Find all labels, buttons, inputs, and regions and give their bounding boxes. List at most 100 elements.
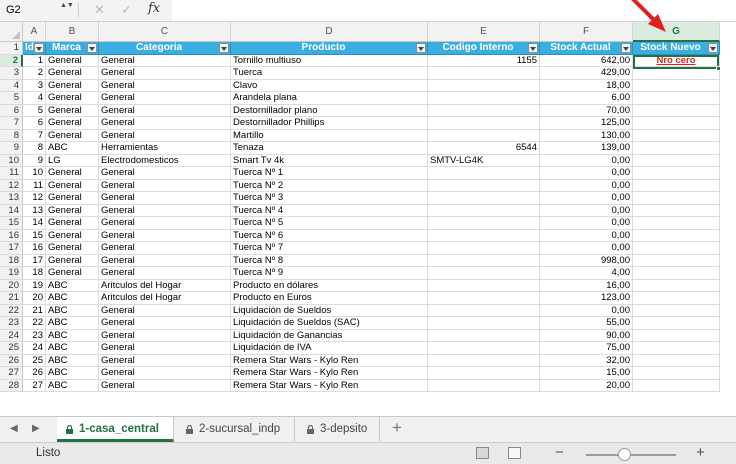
table-cell[interactable]: Tuerca Nº 8 — [231, 254, 428, 267]
table-header-cell[interactable]: Marca — [46, 42, 99, 55]
table-cell[interactable]: 123,00 — [540, 292, 633, 305]
row-header[interactable]: 1 — [0, 42, 23, 55]
row-header[interactable]: 15 — [0, 217, 23, 230]
row-header[interactable]: 3 — [0, 67, 23, 80]
table-cell[interactable]: 14 — [23, 217, 46, 230]
zoom-slider-thumb[interactable] — [617, 448, 631, 461]
table-cell[interactable]: Arandela plana — [231, 92, 428, 105]
table-cell[interactable]: General — [99, 242, 231, 255]
table-cell[interactable]: 25 — [23, 354, 46, 367]
table-cell[interactable]: 1155 — [428, 54, 540, 67]
table-cell[interactable]: General — [99, 329, 231, 342]
table-cell[interactable]: Tuerca Nº 1 — [231, 167, 428, 180]
table-cell[interactable]: 0,00 — [540, 204, 633, 217]
row-header[interactable]: 17 — [0, 242, 23, 255]
table-cell[interactable]: General — [46, 129, 99, 142]
table-cell[interactable]: ABC — [46, 354, 99, 367]
table-cell[interactable]: Tuerca Nº 3 — [231, 192, 428, 205]
row-header[interactable]: 14 — [0, 204, 23, 217]
table-cell[interactable]: 32,00 — [540, 354, 633, 367]
zoom-slider-track[interactable] — [586, 454, 676, 456]
table-cell[interactable] — [428, 67, 540, 80]
table-cell[interactable]: Liquidación de IVA — [231, 342, 428, 355]
table-cell[interactable]: Tuerca — [231, 67, 428, 80]
table-cell[interactable]: 0,00 — [540, 192, 633, 205]
table-cell[interactable]: Remera Star Wars - Kylo Ren — [231, 367, 428, 380]
table-cell[interactable]: Producto en Euros — [231, 292, 428, 305]
table-cell[interactable]: ABC — [46, 292, 99, 305]
table-cell[interactable]: General — [99, 67, 231, 80]
table-cell[interactable] — [633, 154, 720, 167]
table-cell[interactable] — [633, 292, 720, 305]
row-header[interactable]: 6 — [0, 104, 23, 117]
table-cell[interactable]: Smart Tv 4k — [231, 154, 428, 167]
row-header[interactable]: 9 — [0, 142, 23, 155]
table-cell[interactable]: 0,00 — [540, 154, 633, 167]
table-cell[interactable]: 0,00 — [540, 179, 633, 192]
table-cell[interactable]: General — [99, 92, 231, 105]
table-cell[interactable] — [633, 342, 720, 355]
table-cell[interactable] — [633, 317, 720, 330]
table-cell[interactable]: 20 — [23, 292, 46, 305]
table-cell[interactable]: ABC — [46, 342, 99, 355]
row-header[interactable]: 2 — [0, 54, 23, 67]
next-sheet-icon[interactable]: ▶ — [32, 423, 40, 434]
table-cell[interactable] — [428, 92, 540, 105]
table-cell[interactable]: Aritculos del Hogar — [99, 292, 231, 305]
table-cell[interactable]: Remera Star Wars - Kylo Ren — [231, 379, 428, 392]
table-cell[interactable] — [428, 292, 540, 305]
table-cell[interactable] — [633, 254, 720, 267]
row-header[interactable]: 26 — [0, 354, 23, 367]
table-cell[interactable] — [428, 367, 540, 380]
table-cell[interactable] — [428, 379, 540, 392]
sheet-tab[interactable]: 2-sucursal_indp — [177, 417, 295, 442]
column-header-d[interactable]: D — [231, 22, 428, 42]
table-cell[interactable]: Tuerca Nº 2 — [231, 179, 428, 192]
table-cell[interactable]: 16,00 — [540, 279, 633, 292]
table-cell[interactable]: General — [46, 242, 99, 255]
table-cell[interactable]: 998,00 — [540, 254, 633, 267]
table-cell[interactable] — [428, 254, 540, 267]
table-cell[interactable] — [633, 242, 720, 255]
previous-sheet-icon[interactable]: ◀ — [10, 423, 18, 434]
table-cell[interactable] — [633, 279, 720, 292]
table-cell[interactable]: Herramientas — [99, 142, 231, 155]
table-cell[interactable]: Liquidación de Ganancias — [231, 329, 428, 342]
table-cell[interactable]: General — [99, 129, 231, 142]
table-cell[interactable]: 24 — [23, 342, 46, 355]
table-cell[interactable] — [633, 129, 720, 142]
filter-dropdown-icon[interactable] — [87, 43, 97, 53]
table-cell[interactable]: Aritculos del Hogar — [99, 279, 231, 292]
row-header[interactable]: 28 — [0, 379, 23, 392]
name-box-stepper-icon[interactable]: ▲▼ — [60, 2, 74, 19]
sheet-tab[interactable]: 3-depsito — [298, 417, 380, 442]
table-cell[interactable]: General — [99, 317, 231, 330]
table-cell[interactable]: Tuerca Nº 7 — [231, 242, 428, 255]
table-cell[interactable]: 0,00 — [540, 242, 633, 255]
table-cell[interactable]: General — [99, 117, 231, 130]
table-cell[interactable]: General — [46, 104, 99, 117]
table-cell[interactable]: General — [46, 92, 99, 105]
table-cell[interactable]: General — [99, 379, 231, 392]
table-cell[interactable]: 3 — [23, 79, 46, 92]
table-cell[interactable] — [633, 142, 720, 155]
table-cell[interactable]: General — [46, 192, 99, 205]
table-cell[interactable]: ABC — [46, 329, 99, 342]
table-cell[interactable]: LG — [46, 154, 99, 167]
table-cell[interactable]: 12 — [23, 192, 46, 205]
table-cell[interactable]: General — [46, 179, 99, 192]
table-cell[interactable]: Remera Star Wars - Kylo Ren — [231, 354, 428, 367]
table-cell[interactable]: Tornillo multiuso — [231, 54, 428, 67]
table-cell[interactable] — [428, 79, 540, 92]
table-cell[interactable]: 90,00 — [540, 329, 633, 342]
table-cell[interactable] — [633, 304, 720, 317]
row-header[interactable]: 4 — [0, 79, 23, 92]
table-cell[interactable]: 0,00 — [540, 229, 633, 242]
table-cell[interactable] — [633, 204, 720, 217]
table-cell[interactable]: General — [99, 354, 231, 367]
table-cell[interactable]: General — [46, 117, 99, 130]
table-cell[interactable]: 18 — [23, 267, 46, 280]
table-cell[interactable]: 26 — [23, 367, 46, 380]
table-cell[interactable]: 4 — [23, 92, 46, 105]
table-cell[interactable]: General — [99, 167, 231, 180]
